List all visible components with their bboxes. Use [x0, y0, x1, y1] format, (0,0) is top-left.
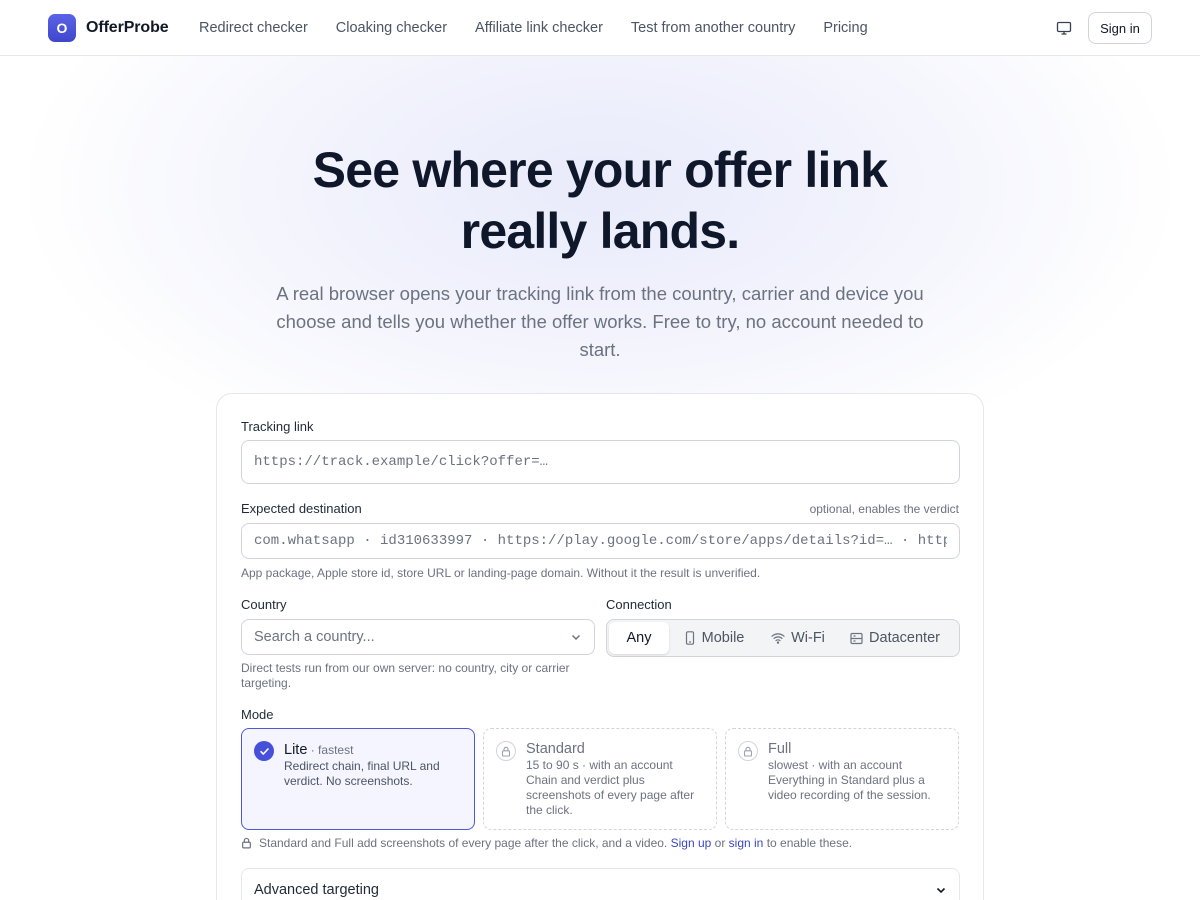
selected-check-badge [254, 741, 274, 761]
connection-segmented-control: Any Mobile Wi-Fi Datacenter [606, 619, 960, 657]
country-help: Direct tests run from our own server: no… [241, 661, 570, 690]
mode-option-lite[interactable]: Lite · fastest Redirect chain, final URL… [241, 728, 475, 830]
chevron-down-icon [571, 634, 581, 641]
connection-option-datacenter[interactable]: Datacenter [837, 622, 953, 654]
mode-description: Chain and verdict plus screenshots of ev… [526, 773, 695, 817]
lock-note-suffix: to enable these. [766, 836, 853, 850]
advanced-targeting-label: Advanced targeting [254, 882, 379, 898]
connection-option-mobile[interactable]: Mobile [669, 622, 759, 654]
lock-badge [496, 741, 516, 761]
lock-icon [242, 837, 251, 849]
expected-destination-help: App package, Apple store id, store URL o… [241, 566, 761, 580]
mode-title: Full [768, 741, 792, 757]
mode-speed: · fastest [307, 743, 354, 757]
brand-logo[interactable]: O OfferProbe [48, 14, 169, 42]
connection-option-label: Datacenter [869, 630, 940, 646]
expected-destination-input[interactable] [241, 523, 960, 559]
monitor-icon [1056, 21, 1072, 35]
mode-title: Lite [284, 742, 308, 758]
connection-option-label: Any [626, 630, 652, 646]
mode-description: Redirect chain, final URL and verdict. N… [284, 759, 440, 788]
lock-badge [738, 741, 758, 761]
hero-title: See where your offer link really lands. [312, 142, 888, 259]
sign-in-button[interactable]: Sign in [1088, 12, 1152, 44]
brand-name: OfferProbe [86, 19, 169, 36]
lock-icon [501, 746, 511, 757]
advanced-targeting-toggle[interactable]: Advanced targeting [241, 868, 960, 900]
nav-link-redirect-checker[interactable]: Redirect checker [199, 20, 308, 36]
sign-in-link[interactable]: sign in [729, 836, 764, 850]
chevron-down-icon [936, 887, 946, 894]
mode-meta: slowest · with an account [768, 758, 903, 772]
test-form-card: Tracking link Expected destination optio… [216, 393, 984, 900]
top-nav: O OfferProbe Redirect checker Cloaking c… [0, 0, 1200, 56]
tracking-link-label: Tracking link [241, 419, 314, 434]
logo-mark: O [48, 14, 76, 42]
connection-label: Connection [606, 597, 672, 612]
theme-toggle-button[interactable] [1052, 16, 1076, 40]
wifi-icon [771, 633, 785, 644]
hero-subtitle: A real browser opens your tracking link … [276, 283, 924, 360]
expected-destination-label: Expected destination [241, 501, 362, 516]
nav-link-pricing[interactable]: Pricing [823, 20, 867, 36]
mode-label: Mode [241, 707, 274, 722]
connection-option-label: Mobile [701, 630, 745, 646]
connection-option-any[interactable]: Any [609, 622, 669, 654]
tracking-link-input[interactable] [241, 440, 960, 484]
hero: See where your offer link really lands. … [0, 140, 1200, 364]
nav-links: Redirect checker Cloaking checker Affili… [199, 0, 896, 56]
connection-option-wifi[interactable]: Wi-Fi [759, 622, 837, 654]
country-select[interactable]: Search a country... [241, 619, 595, 655]
country-select-placeholder: Search a country... [254, 629, 375, 645]
nav-link-cloaking-checker[interactable]: Cloaking checker [336, 20, 447, 36]
mode-option-standard[interactable]: Standard 15 to 90 s · with an account Ch… [483, 728, 717, 830]
country-label: Country [241, 597, 287, 612]
mode-lock-note: Standard and Full add screenshots of eve… [241, 836, 852, 850]
expected-destination-hint: optional, enables the verdict [809, 502, 959, 516]
phone-icon [685, 631, 694, 645]
mode-meta: 15 to 90 s · with an account [526, 758, 673, 772]
check-icon [259, 747, 269, 755]
mode-description: Everything in Standard plus a video reco… [768, 773, 931, 802]
mode-title: Standard [526, 741, 585, 757]
nav-link-test-from-another-country[interactable]: Test from another country [631, 20, 795, 36]
connection-option-label: Wi-Fi [791, 630, 825, 646]
nav-link-affiliate-link-checker[interactable]: Affiliate link checker [475, 20, 603, 36]
lock-note-or: or [714, 836, 726, 850]
sign-up-link[interactable]: Sign up [671, 836, 712, 850]
server-icon [850, 632, 863, 644]
lock-note-text: Standard and Full add screenshots of eve… [259, 836, 668, 850]
lock-icon [743, 746, 753, 757]
mode-option-full[interactable]: Full slowest · with an account Everythin… [725, 728, 959, 830]
